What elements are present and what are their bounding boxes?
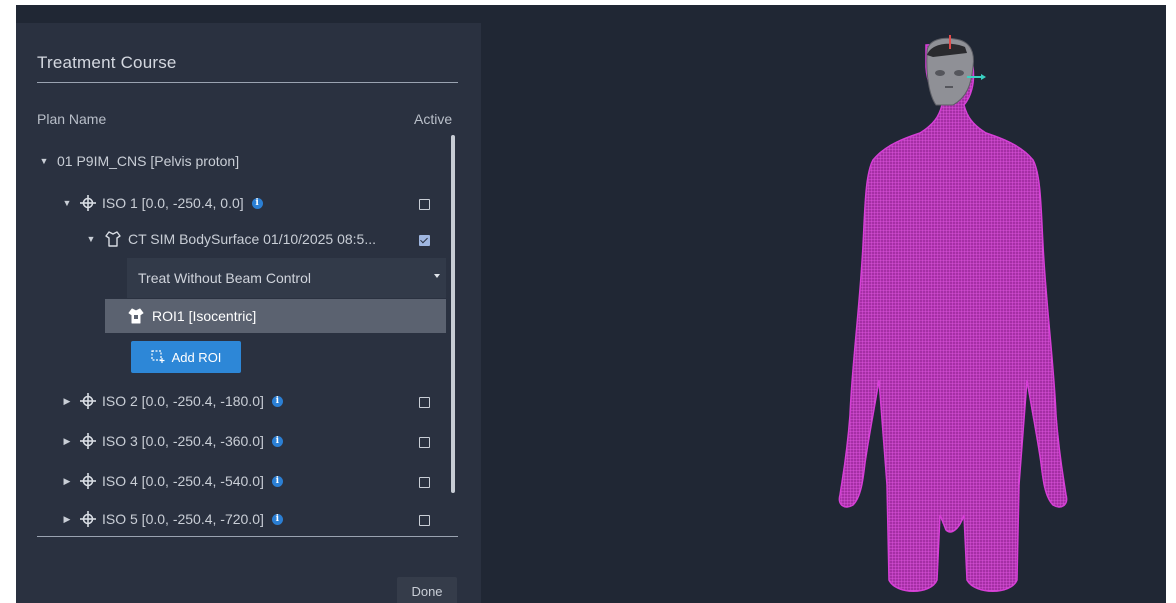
- body-surface-icon: [104, 230, 122, 248]
- crosshair-icon: [80, 511, 96, 527]
- treatment-course-panel: Treatment Course Plan Name Active ▼ 01 P…: [16, 23, 481, 603]
- info-icon[interactable]: i: [271, 513, 283, 525]
- plan-label: 01 P9IM_CNS [Pelvis proton]: [57, 153, 240, 169]
- iso-label: ISO 1 [0.0, -250.4, 0.0]: [102, 195, 244, 211]
- panel-title: Treatment Course: [37, 53, 177, 72]
- bottom-divider: [37, 536, 458, 537]
- iso-label: ISO 2 [0.0, -250.4, -180.0]: [102, 393, 264, 409]
- app-window: Treatment Course Plan Name Active ▼ 01 P…: [16, 5, 1166, 603]
- iso-label: ISO 4 [0.0, -250.4, -540.0]: [102, 473, 264, 489]
- roi-label: ROI1 [Isocentric]: [152, 308, 257, 324]
- add-roi-icon: [150, 350, 165, 364]
- iso-row-3[interactable]: ▶ ISO 3 [0.0, -250.4, -360.0] i: [62, 428, 283, 454]
- chevron-down-icon[interactable]: ▼: [39, 156, 49, 166]
- info-icon[interactable]: i: [271, 435, 283, 447]
- 3d-viewport[interactable]: [481, 5, 1166, 603]
- chevron-down-icon[interactable]: ▼: [62, 198, 72, 208]
- iso-label: ISO 3 [0.0, -250.4, -360.0]: [102, 433, 264, 449]
- iso-row-2[interactable]: ▶ ISO 2 [0.0, -250.4, -180.0] i: [62, 388, 283, 414]
- iso-1-active-checkbox[interactable]: [419, 199, 430, 210]
- plan-row[interactable]: ▼ 01 P9IM_CNS [Pelvis proton]: [39, 148, 240, 174]
- scrollbar[interactable]: [451, 135, 455, 493]
- iso-row-5[interactable]: ▶ ISO 5 [0.0, -250.4, -720.0] i: [62, 506, 283, 532]
- chevron-down-icon: [434, 274, 440, 278]
- chevron-down-icon[interactable]: ▼: [86, 234, 96, 244]
- beam-control-value: Treat Without Beam Control: [138, 270, 311, 286]
- done-button[interactable]: Done: [397, 577, 457, 603]
- chevron-right-icon[interactable]: ▶: [62, 476, 72, 487]
- body-mesh-render: [838, 35, 1068, 592]
- info-icon[interactable]: i: [271, 475, 283, 487]
- iso-label: ISO 5 [0.0, -250.4, -720.0]: [102, 511, 264, 527]
- info-icon[interactable]: i: [251, 197, 263, 209]
- add-roi-label: Add ROI: [171, 349, 222, 365]
- chevron-right-icon[interactable]: ▶: [62, 396, 72, 407]
- column-header-plan-name: Plan Name: [37, 111, 107, 127]
- chevron-right-icon[interactable]: ▶: [62, 514, 72, 525]
- add-roi-button[interactable]: Add ROI: [131, 341, 241, 373]
- roi-icon: [127, 307, 145, 325]
- title-divider: [37, 82, 458, 83]
- beam-control-select[interactable]: Treat Without Beam Control: [127, 258, 446, 298]
- body-surface-row[interactable]: ▼ CT SIM BodySurface 01/10/2025 08:5...: [86, 226, 376, 252]
- crosshair-icon: [80, 433, 96, 449]
- chevron-right-icon[interactable]: ▶: [62, 436, 72, 447]
- info-icon[interactable]: i: [271, 395, 283, 407]
- crosshair-icon: [80, 473, 96, 489]
- iso-4-active-checkbox[interactable]: [419, 477, 430, 488]
- surface-active-checkbox[interactable]: [419, 235, 430, 246]
- crosshair-icon: [80, 393, 96, 409]
- iso-5-active-checkbox[interactable]: [419, 515, 430, 526]
- column-header-active: Active: [414, 111, 453, 127]
- body-surface-label: CT SIM BodySurface 01/10/2025 08:5...: [128, 231, 377, 247]
- iso-row-1[interactable]: ▼ ISO 1 [0.0, -250.4, 0.0] i: [62, 190, 263, 216]
- roi-row[interactable]: ROI1 [Isocentric]: [105, 299, 446, 333]
- iso-3-active-checkbox[interactable]: [419, 437, 430, 448]
- iso-2-active-checkbox[interactable]: [419, 397, 430, 408]
- crosshair-icon: [80, 195, 96, 211]
- iso-row-4[interactable]: ▶ ISO 4 [0.0, -250.4, -540.0] i: [62, 468, 283, 494]
